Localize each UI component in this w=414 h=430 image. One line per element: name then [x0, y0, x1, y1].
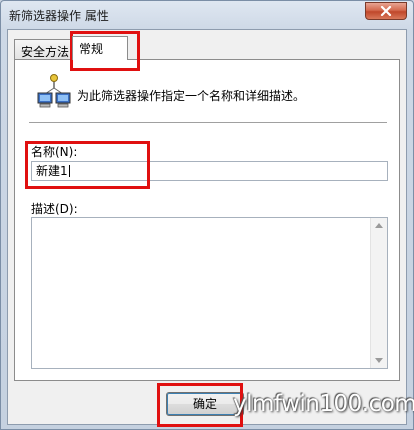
name-label: 名称(N): — [31, 145, 78, 159]
name-input[interactable]: 新建1 — [31, 161, 388, 181]
tab-label: 常规 — [79, 42, 104, 56]
description-label: 描述(D): — [31, 202, 78, 216]
network-computers-icon — [37, 74, 71, 108]
dialog-client-area: 安全方法 常规 为此筛选器操作指定一个名称和详细描述。 名称(N): 新建1 描… — [7, 29, 407, 425]
tab-label: 安全方法 — [21, 45, 70, 59]
name-input-value: 新建1 — [36, 164, 68, 178]
window-title: 新筛选器操作 属性 — [9, 9, 109, 23]
scroll-down-icon[interactable] — [375, 358, 383, 363]
separator — [29, 122, 387, 124]
instruction-text: 为此筛选器操作指定一个名称和详细描述。 — [77, 89, 306, 103]
general-tab-panel: 为此筛选器操作指定一个名称和详细描述。 名称(N): 新建1 描述(D): — [14, 59, 400, 381]
text-caret — [68, 165, 70, 177]
title-bar[interactable]: 新筛选器操作 属性 — [1, 1, 413, 29]
tab-security-methods[interactable]: 安全方法 — [14, 39, 76, 59]
close-button[interactable] — [365, 2, 407, 20]
properties-dialog: 新筛选器操作 属性 安全方法 常规 为此筛选器操作指定一个名称和详细描述。 名称… — [0, 0, 414, 430]
scroll-up-icon[interactable] — [375, 223, 383, 228]
description-textarea[interactable] — [31, 217, 388, 369]
description-scrollbar[interactable] — [370, 218, 387, 368]
close-icon — [380, 6, 392, 16]
tab-general[interactable]: 常规 — [72, 36, 128, 60]
watermark-text: ylmfwin100.com — [233, 391, 414, 417]
